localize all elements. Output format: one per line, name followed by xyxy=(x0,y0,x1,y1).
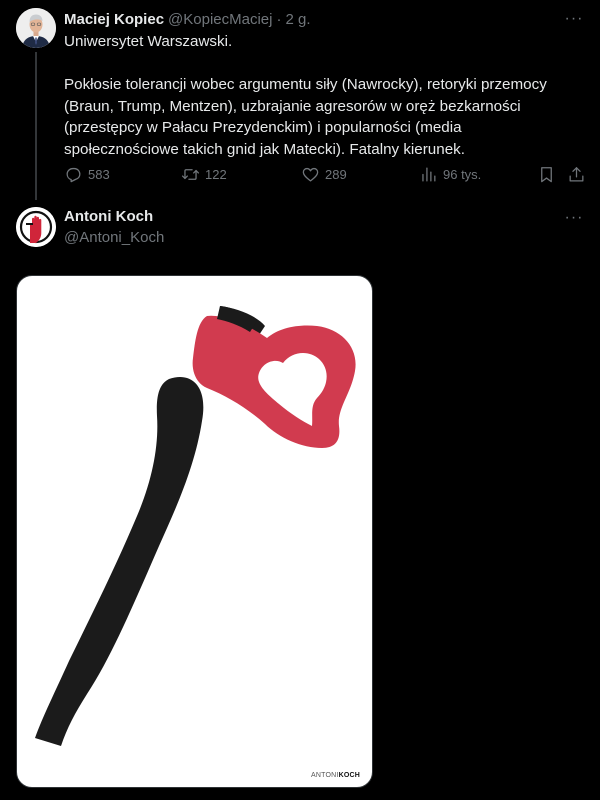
like-button[interactable]: 289 xyxy=(301,162,347,186)
separator-dot: · xyxy=(276,10,282,28)
raised-hand-logo-icon xyxy=(16,207,56,247)
reply-count: 583 xyxy=(88,166,110,182)
more-options-icon[interactable]: ··· xyxy=(562,9,586,29)
author-handle[interactable]: @KopiecMaciej xyxy=(168,11,272,28)
author-name[interactable]: Antoni Koch xyxy=(64,208,153,225)
tweet-actions-bar: 583 122 289 96 tys. xyxy=(64,162,588,186)
retweet-count: 122 xyxy=(205,166,227,182)
retweet-button[interactable]: 122 xyxy=(181,162,227,186)
bookmark-icon xyxy=(541,166,552,182)
tweet-timestamp[interactable]: 2 g. xyxy=(285,11,310,28)
share-button[interactable] xyxy=(567,162,591,186)
image-watermark: ANTONIKOCH xyxy=(311,772,360,779)
tweet-header: Maciej Kopiec @KopiecMaciej · 2 g. xyxy=(64,9,311,29)
views-button[interactable]: 96 tys. xyxy=(419,162,481,186)
thread-connector-line xyxy=(35,52,37,200)
like-count: 289 xyxy=(325,166,347,182)
heart-icon xyxy=(302,167,319,181)
author-avatar[interactable] xyxy=(16,207,56,247)
author-name[interactable]: Maciej Kopiec xyxy=(64,11,164,28)
author-avatar[interactable] xyxy=(16,8,56,48)
avatar-portrait-icon xyxy=(16,8,56,48)
share-icon xyxy=(569,166,584,181)
tweet-image[interactable]: ANTONIKOCH xyxy=(16,275,373,788)
author-handle[interactable]: @Antoni_Koch xyxy=(64,229,164,246)
watermark-first-name: ANTONI xyxy=(311,772,339,779)
views-icon xyxy=(422,167,436,181)
axe-heart-illustration xyxy=(35,306,356,746)
views-count: 96 tys. xyxy=(443,166,482,182)
reply-icon xyxy=(66,167,81,182)
retweet-icon xyxy=(181,168,200,180)
reply-button[interactable]: 583 xyxy=(64,162,110,186)
watermark-last-name: KOCH xyxy=(338,772,360,779)
more-options-icon[interactable]: ··· xyxy=(562,208,586,228)
tweet-text: Uniwersytet Warszawski. Pokłosie toleran… xyxy=(64,33,547,158)
bookmark-button[interactable] xyxy=(537,162,561,186)
